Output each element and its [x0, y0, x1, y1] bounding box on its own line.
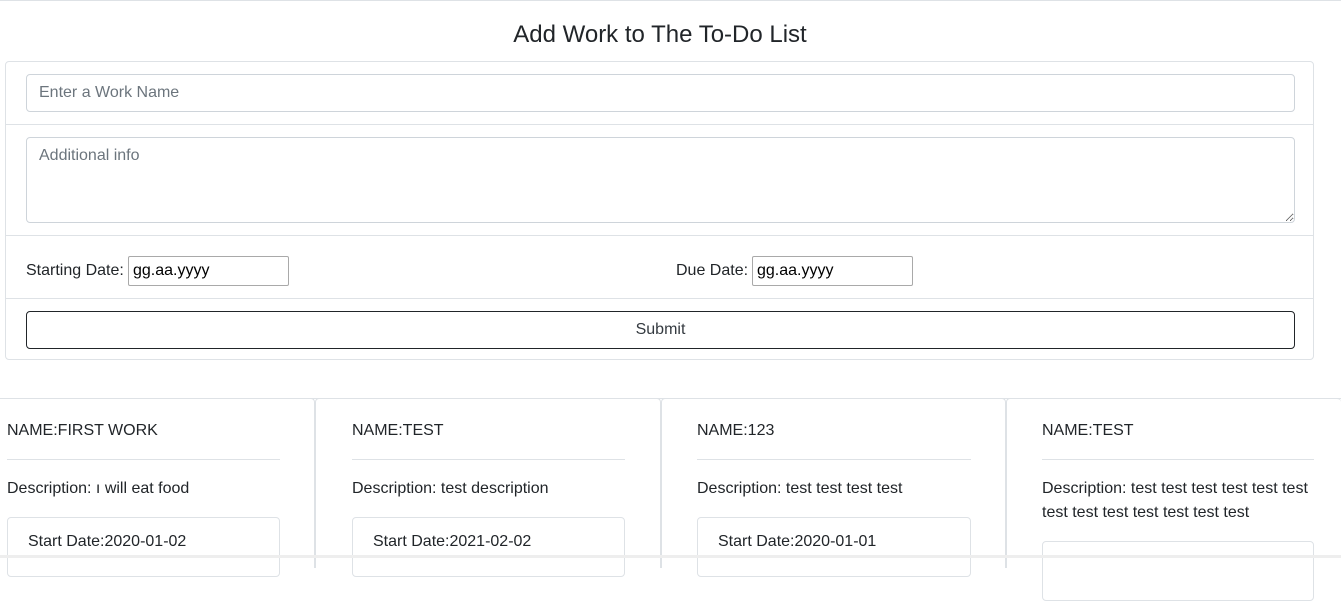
work-description: Description: test test test test test te… [1042, 480, 1308, 521]
start-date-box [1042, 541, 1314, 601]
start-date-box: Start Date:2021-02-02 [352, 517, 625, 577]
start-date-box: Start Date:2020-01-02 [7, 517, 280, 577]
work-name-input[interactable] [26, 74, 1295, 112]
form-divider [6, 124, 1313, 125]
due-date-label: Due Date: [676, 262, 749, 279]
due-date-input[interactable]: gg.aa.yyyy [752, 256, 913, 286]
card-divider [352, 459, 625, 460]
page-title: Add Work to The To-Do List [513, 21, 807, 48]
work-card: NAME:TEST Description: test description … [315, 398, 661, 577]
card-divider [7, 459, 280, 460]
work-card: NAME:123 Description: test test test tes… [661, 398, 1006, 577]
work-description: Description: test test test test [697, 480, 903, 497]
start-date: Start Date:2020-01-01 [718, 533, 877, 550]
form-divider [6, 298, 1313, 299]
submit-button[interactable]: Submit [26, 311, 1295, 349]
card-divider [1042, 459, 1314, 460]
starting-date-label: Starting Date: [26, 262, 124, 279]
starting-date-input[interactable]: gg.aa.yyyy [128, 256, 289, 286]
add-work-form: Starting Date: gg.aa.yyyy Due Date: gg.a… [5, 61, 1314, 360]
start-date-box: Start Date:2020-01-01 [697, 517, 971, 577]
work-name: NAME:TEST [352, 422, 444, 439]
additional-info-textarea[interactable] [26, 137, 1295, 223]
work-name: NAME:FIRST WORK [7, 422, 158, 439]
work-card: NAME:FIRST WORK Description: ı will eat … [0, 398, 315, 577]
start-date: Start Date:2020-01-02 [28, 533, 187, 550]
work-name: NAME:123 [697, 422, 775, 439]
work-description: Description: test description [352, 480, 549, 497]
work-name: NAME:TEST [1042, 422, 1134, 439]
work-description: Description: ı will eat food [7, 480, 190, 497]
top-border [0, 0, 1341, 1]
form-divider [6, 235, 1313, 236]
work-card: NAME:TEST Description: test test test te… [1006, 398, 1341, 601]
start-date: Start Date:2021-02-02 [373, 533, 532, 550]
card-divider [697, 459, 971, 460]
